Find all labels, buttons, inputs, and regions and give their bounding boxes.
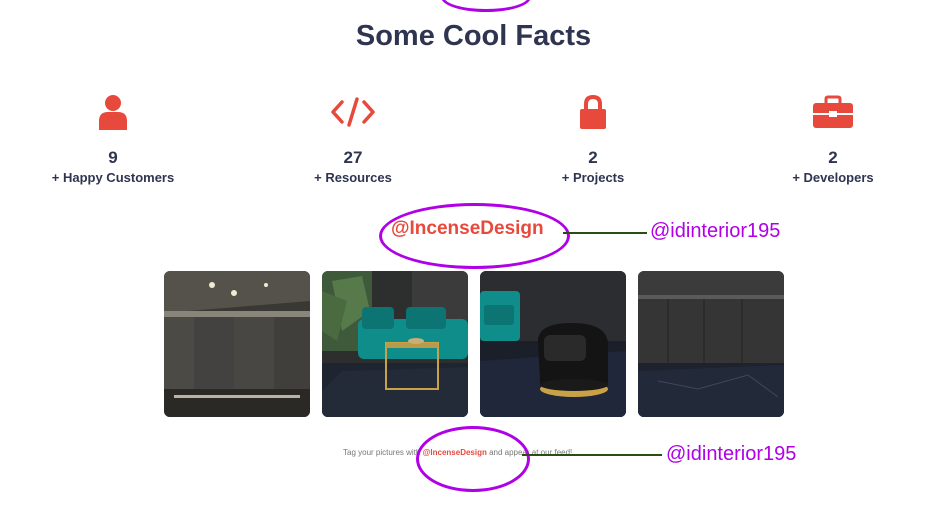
stat-value: 9 [108,148,118,167]
annotation-oval-top [441,0,531,12]
tag-prefix: Tag your pictures with [343,448,423,457]
stat-resources: 27 + Resources [263,94,443,185]
annotation-label-bottom: @idinterior195 [666,443,797,465]
gallery-image-lobby[interactable] [164,271,310,417]
stat-developers: 2 + Developers [743,94,923,185]
stat-label: + Developers [792,170,874,185]
lock-icon [503,94,683,130]
annotation-label-top: @idinterior195 [650,220,781,242]
stat-value: 2 [828,148,838,167]
briefcase-icon [743,94,923,130]
stat-value: 27 [343,148,363,167]
annotation-oval-handle [379,203,570,269]
gallery-image-kitchen[interactable] [638,271,784,417]
stat-label: + Resources [314,170,392,185]
annotation-connector [563,232,647,234]
code-icon [263,94,443,130]
stat-label: + Happy Customers [51,170,175,185]
stat-label: + Projects [561,170,625,185]
stat-value: 2 [588,148,598,167]
annotation-connector [522,454,662,456]
stat-projects: 2 + Projects [503,94,683,185]
section-title: Some Cool Facts [355,20,592,52]
gallery-image-armchair[interactable] [480,271,626,417]
user-icon [23,94,203,130]
stat-happy-customers: 9 + Happy Customers [23,94,203,185]
gallery-image-sofa[interactable] [322,271,468,417]
annotation-oval-tag [416,426,530,492]
